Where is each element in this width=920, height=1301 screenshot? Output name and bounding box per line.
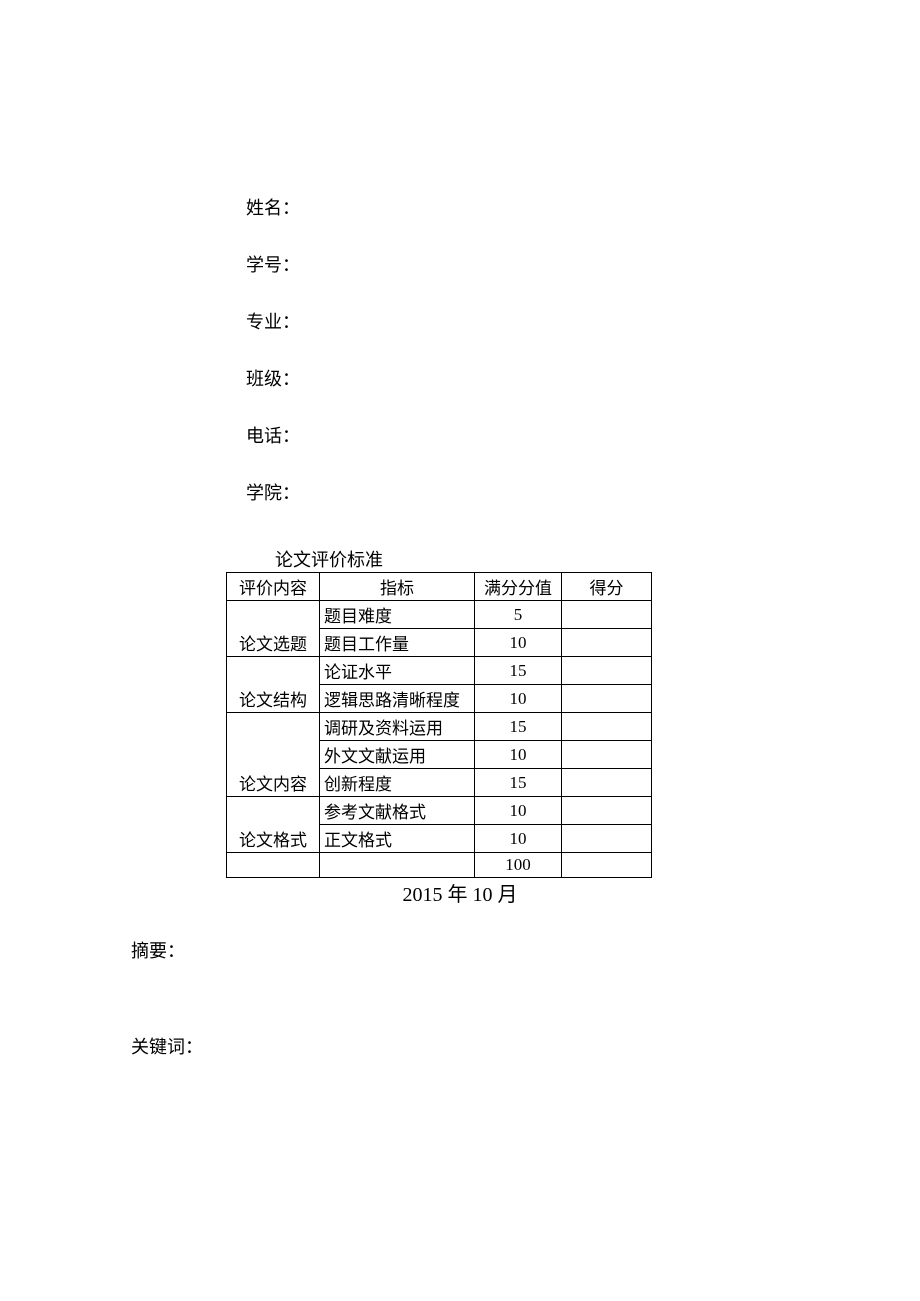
keywords-label: 关键词： <box>131 1033 203 1059</box>
evaluation-table: 评价内容 指标 满分分值 得分 论文选题 题目难度 5 题目工作量 10 论文结… <box>226 572 652 878</box>
score-cell <box>562 685 652 713</box>
score-cell <box>562 797 652 825</box>
indicator-cell: 外文文献运用 <box>320 741 475 769</box>
indicator-cell: 论证水平 <box>320 657 475 685</box>
score-cell <box>562 713 652 741</box>
table-row: 论文选题 题目难度 5 <box>227 601 652 629</box>
total-max-cell: 100 <box>475 853 562 878</box>
score-cell <box>562 629 652 657</box>
date-text: 2015 年 10 月 <box>0 878 920 907</box>
category-cell: 论文选题 <box>227 601 320 657</box>
total-category-cell <box>227 853 320 878</box>
indicator-cell: 逻辑思路清晰程度 <box>320 685 475 713</box>
phone-label: 电话： <box>246 423 300 450</box>
college-label: 学院： <box>246 480 300 507</box>
indicator-cell: 调研及资料运用 <box>320 713 475 741</box>
table-total-row: 100 <box>227 853 652 878</box>
max-score-cell: 10 <box>475 797 562 825</box>
table-title: 论文评价标准 <box>275 546 383 572</box>
max-score-cell: 10 <box>475 741 562 769</box>
header-category: 评价内容 <box>227 573 320 601</box>
max-score-cell: 10 <box>475 825 562 853</box>
category-cell: 论文结构 <box>227 657 320 713</box>
indicator-cell: 参考文献格式 <box>320 797 475 825</box>
major-label: 专业： <box>246 309 300 336</box>
table-header-row: 评价内容 指标 满分分值 得分 <box>227 573 652 601</box>
max-score-cell: 15 <box>475 657 562 685</box>
indicator-cell: 题目难度 <box>320 601 475 629</box>
class-label: 班级： <box>246 366 300 393</box>
indicator-cell: 创新程度 <box>320 769 475 797</box>
table-row: 论文内容 调研及资料运用 15 <box>227 713 652 741</box>
table-row: 论文格式 参考文献格式 10 <box>227 797 652 825</box>
max-score-cell: 10 <box>475 685 562 713</box>
indicator-cell: 题目工作量 <box>320 629 475 657</box>
indicator-cell: 正文格式 <box>320 825 475 853</box>
header-indicator: 指标 <box>320 573 475 601</box>
category-cell: 论文内容 <box>227 713 320 797</box>
category-cell: 论文格式 <box>227 797 320 853</box>
score-cell <box>562 769 652 797</box>
max-score-cell: 15 <box>475 713 562 741</box>
header-score: 得分 <box>562 573 652 601</box>
max-score-cell: 5 <box>475 601 562 629</box>
header-max-score: 满分分值 <box>475 573 562 601</box>
abstract-label: 摘要： <box>131 937 185 963</box>
max-score-cell: 15 <box>475 769 562 797</box>
max-score-cell: 10 <box>475 629 562 657</box>
student-info-section: 姓名： 学号： 专业： 班级： 电话： 学院： <box>246 195 300 537</box>
score-cell <box>562 657 652 685</box>
score-cell <box>562 741 652 769</box>
total-score-cell <box>562 853 652 878</box>
name-label: 姓名： <box>246 195 300 222</box>
score-cell <box>562 601 652 629</box>
student-id-label: 学号： <box>246 252 300 279</box>
score-cell <box>562 825 652 853</box>
total-indicator-cell <box>320 853 475 878</box>
table-row: 论文结构 论证水平 15 <box>227 657 652 685</box>
